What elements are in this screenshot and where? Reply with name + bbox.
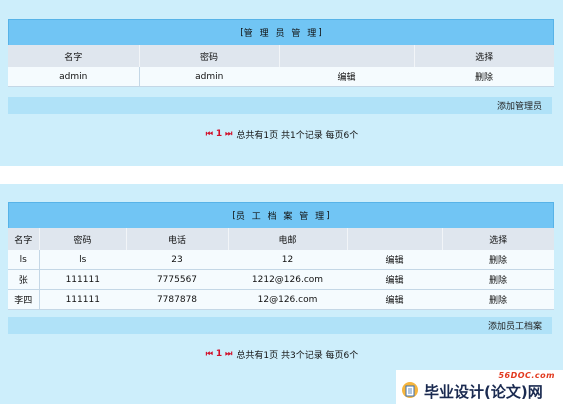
delete-link[interactable]: 删除 <box>489 276 507 286</box>
staff-title-text: 员 工 档 案 管 理 <box>235 212 327 222</box>
table-row: 张 111111 7775567 1212@126.com 编辑 删除 <box>8 269 554 290</box>
last-page-icon[interactable]: ⏭ <box>225 129 232 139</box>
cell-password: admin <box>139 67 279 87</box>
table-row: 李四 111111 7787878 12@126.com 编辑 删除 <box>8 289 554 310</box>
cell-email: 1212@126.com <box>228 269 347 290</box>
admin-table-header: 名字 密码 选择 <box>8 45 554 67</box>
first-page-icon[interactable]: ⏮ <box>206 129 213 139</box>
cell-email: 12 <box>228 250 347 270</box>
delete-link[interactable]: 删除 <box>489 296 507 306</box>
cell-phone: 7775567 <box>126 269 228 290</box>
column-header-email: 电邮 <box>228 228 348 250</box>
table-row: admin admin 编辑 删除 <box>8 67 554 87</box>
admin-title-text: 管 理 员 管 理 <box>243 29 319 39</box>
column-header-password: 密码 <box>139 45 280 67</box>
cell-name: 张 <box>8 269 40 290</box>
pagination-summary: 总共有1页 共1个记录 每页6个 <box>236 130 359 141</box>
edit-link[interactable]: 编辑 <box>385 276 403 286</box>
admin-table: 名字 密码 选择 admin admin 编辑 删除 <box>8 45 554 87</box>
watermark-text: 毕业设计(论文)网 <box>424 383 543 401</box>
cell-password: ls <box>39 250 126 270</box>
edit-link[interactable]: 编辑 <box>385 296 403 306</box>
graduation-logo-icon <box>402 382 418 398</box>
column-header-select: 选择 <box>414 45 554 67</box>
column-header-name: 名字 <box>8 228 40 250</box>
cell-phone: 23 <box>126 250 228 270</box>
admin-action-bar: 添加管理员 <box>8 97 552 114</box>
cell-password: 111111 <box>39 289 126 310</box>
delete-link[interactable]: 删除 <box>475 73 493 83</box>
staff-action-bar: 添加员工档案 <box>8 317 552 334</box>
column-header-name: 名字 <box>8 45 140 67</box>
delete-link[interactable]: 删除 <box>489 256 507 266</box>
cell-email: 12@126.com <box>228 289 347 310</box>
watermark-site: 56DOC.com <box>498 371 555 380</box>
edit-link[interactable]: 编辑 <box>385 256 403 266</box>
admin-section-title: [ 管 理 员 管 理 ] <box>8 19 554 46</box>
admin-management-panel: [ 管 理 员 管 理 ] 名字 密码 选择 admin admin 编辑 删除… <box>0 0 563 166</box>
staff-table-header: 名字 密码 电话 电邮 选择 <box>8 228 554 250</box>
site-watermark: 56DOC.com 毕业设计(论文)网 <box>396 370 563 404</box>
add-admin-button[interactable]: 添加管理员 <box>497 99 542 112</box>
last-page-icon[interactable]: ⏭ <box>225 349 232 359</box>
admin-pagination: ⏮ 1 ⏭ 总共有1页 共1个记录 每页6个 <box>0 127 563 141</box>
cell-name: 李四 <box>8 289 40 310</box>
cell-password: 111111 <box>39 269 126 290</box>
cell-name: ls <box>8 250 40 270</box>
current-page-number[interactable]: 1 <box>216 349 222 359</box>
staff-pagination: ⏮ 1 ⏭ 总共有1页 共3个记录 每页6个 <box>0 347 563 361</box>
table-row: ls ls 23 12 编辑 删除 <box>8 250 554 270</box>
cell-name: admin <box>8 67 140 87</box>
first-page-icon[interactable]: ⏮ <box>206 349 213 359</box>
pagination-summary: 总共有1页 共3个记录 每页6个 <box>236 350 359 361</box>
column-header-select: 选择 <box>442 228 554 250</box>
column-header-phone: 电话 <box>126 228 229 250</box>
staff-section-title: [ 员 工 档 案 管 理 ] <box>8 202 554 229</box>
current-page-number[interactable]: 1 <box>216 129 222 139</box>
cell-phone: 7787878 <box>126 289 228 310</box>
edit-link[interactable]: 编辑 <box>337 73 355 83</box>
staff-table: 名字 密码 电话 电邮 选择 ls ls 23 12 编辑 删除 张 11111… <box>8 228 554 310</box>
add-staff-record-button[interactable]: 添加员工档案 <box>488 319 542 332</box>
column-header-password: 密码 <box>39 228 127 250</box>
